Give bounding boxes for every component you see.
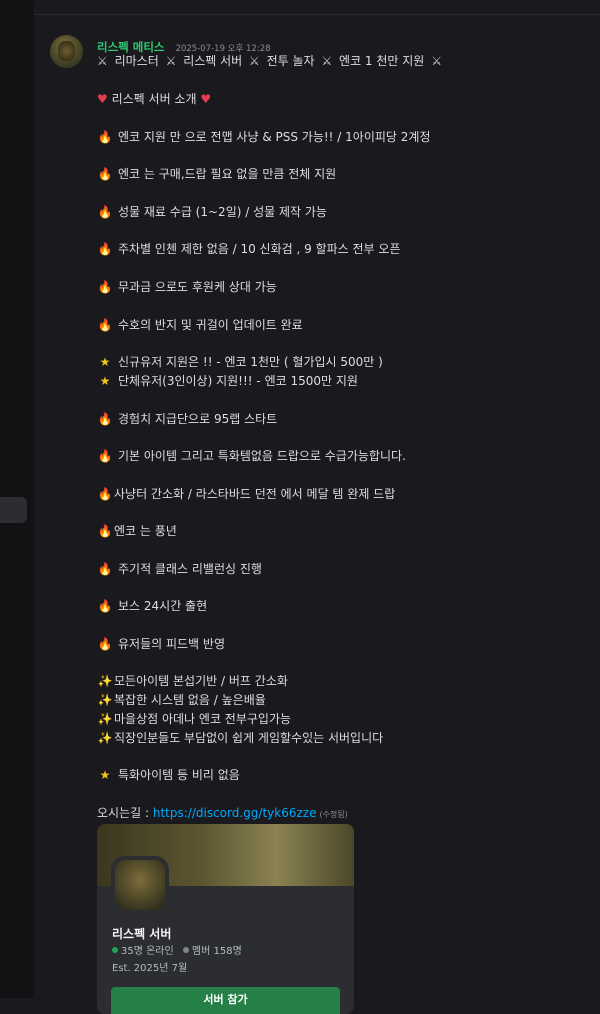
intro-line: ♥ 리스펙 서버 소개 ♥ bbox=[97, 91, 211, 107]
title-part: 전투 놀자 bbox=[266, 54, 315, 68]
list-item-text: 유저들의 피드백 반영 bbox=[118, 637, 225, 651]
list-item: ★ 신규유저 지원은 !! - 엔코 1천만 ( 혈가입시 500만 ) bbox=[97, 354, 383, 370]
server-invite-card: 리스펙 서버 35명 온라인 멤버 158명 Est. 2025년 7월 서버 … bbox=[97, 824, 354, 1014]
red-heart-icon: ♥ bbox=[200, 92, 212, 106]
list-item: 🔥 수호의 반지 및 귀걸이 업데이트 완료 bbox=[97, 317, 303, 333]
crossed-swords-icon: ⚔ bbox=[97, 54, 108, 68]
star-icon: ★ bbox=[99, 768, 111, 782]
fire-icon: 🔥 bbox=[97, 242, 113, 256]
star-icon: ★ bbox=[99, 374, 111, 388]
fire-icon: 🔥 bbox=[97, 599, 113, 613]
list-item: ✨ 복잡한 시스템 없음 / 높은배율 bbox=[97, 692, 266, 708]
list-item-text: 보스 24시간 출현 bbox=[118, 599, 208, 613]
sparkles-icon: ✨ bbox=[97, 674, 113, 688]
fire-icon: 🔥 bbox=[97, 412, 113, 426]
list-item: ✨ 모든아이템 본섭기반 / 버프 간소화 bbox=[97, 673, 288, 689]
list-item-text: 주차별 인첸 제한 없음 / 10 신화검 , 9 할파스 전부 오픈 bbox=[118, 242, 401, 256]
list-item: 🔥 무과금 으로도 후원케 상대 가능 bbox=[97, 279, 277, 295]
list-item: 🔥 기본 아이템 그리고 특화템없음 드랍으로 수급가능합니다. bbox=[97, 448, 406, 464]
crossed-swords-icon: ⚔ bbox=[165, 54, 177, 68]
list-item: ✨ 직장인분들도 부담없이 쉽게 게임할수있는 서버입니다 bbox=[97, 730, 384, 746]
fire-icon: 🔥 bbox=[97, 205, 113, 219]
title-part: 리스펙 서버 bbox=[183, 54, 243, 68]
list-item-text: 직장인분들도 부담없이 쉽게 게임할수있는 서버입니다 bbox=[114, 731, 384, 745]
invite-link[interactable]: https://discord.gg/tyk66zze bbox=[153, 806, 317, 820]
list-item-text: 사냥터 간소화 / 라스타바드 던전 에서 메달 템 완제 드랍 bbox=[114, 487, 396, 501]
title-part: 엔코 1 천만 지원 bbox=[339, 54, 425, 68]
server-stats: 35명 온라인 멤버 158명 bbox=[112, 942, 242, 957]
edited-label: (수정됨) bbox=[319, 810, 348, 819]
online-dot-icon bbox=[112, 947, 118, 953]
fire-icon: 🔥 bbox=[97, 562, 113, 576]
fire-icon: 🔥 bbox=[97, 318, 113, 332]
previous-message-area bbox=[34, 0, 600, 15]
sparkles-icon: ✨ bbox=[97, 731, 113, 745]
user-avatar[interactable] bbox=[50, 35, 83, 68]
link-label: 오시는길 : bbox=[97, 806, 150, 820]
list-item-text: 경험치 지급단으로 95랩 스타트 bbox=[118, 412, 278, 426]
list-item: 🔥 사냥터 간소화 / 라스타바드 던전 에서 메달 템 완제 드랍 bbox=[97, 486, 396, 502]
list-item-text: 모든아이템 본섭기반 / 버프 간소화 bbox=[114, 674, 288, 688]
fire-icon: 🔥 bbox=[97, 487, 113, 501]
sparkles-icon: ✨ bbox=[97, 693, 113, 707]
list-item-text: 무과금 으로도 후원케 상대 가능 bbox=[118, 280, 277, 294]
list-item: 🔥 유저들의 피드백 반영 bbox=[97, 636, 225, 652]
list-item: 🔥 주기적 클래스 리밸런싱 진행 bbox=[97, 561, 262, 577]
list-item: 🔥 경험치 지급단으로 95랩 스타트 bbox=[97, 411, 278, 427]
list-item-text: 엔코 는 풍년 bbox=[114, 524, 177, 538]
list-item: ★ 특화아이템 등 비리 없음 bbox=[97, 767, 240, 783]
server-name: 리스펙 서버 bbox=[112, 927, 172, 941]
list-item: 🔥 성물 재료 수급 (1~2일) / 성물 제작 가능 bbox=[97, 204, 327, 220]
list-item: ✨ 마을상점 아데나 엔코 전부구입가능 bbox=[97, 711, 292, 727]
list-item: ★ 단체유저(3인이상) 지원!!! - 엔코 1500만 지원 bbox=[97, 373, 358, 389]
fire-icon: 🔥 bbox=[97, 167, 113, 181]
list-item: 🔥 엔코 는 구매,드랍 필요 없을 만큼 전체 지원 bbox=[97, 166, 337, 182]
list-item-text: 마을상점 아데나 엔코 전부구입가능 bbox=[114, 712, 292, 726]
message-title-line: ⚔ 리마스터 ⚔ 리스펙 서버 ⚔ 전투 놀자 ⚔ 엔코 1 천만 지원 ⚔ bbox=[97, 53, 445, 69]
join-server-button[interactable]: 서버 참가 bbox=[111, 987, 340, 1014]
list-item-text: 수호의 반지 및 귀걸이 업데이트 완료 bbox=[118, 318, 303, 332]
fire-icon: 🔥 bbox=[97, 449, 113, 463]
fire-icon: 🔥 bbox=[97, 130, 113, 144]
server-established: Est. 2025년 7월 bbox=[112, 963, 188, 974]
list-item-text: 복잡한 시스템 없음 / 높은배율 bbox=[114, 693, 266, 707]
fire-icon: 🔥 bbox=[97, 637, 113, 651]
list-item-text: 신규유저 지원은 !! - 엔코 1천만 ( 혈가입시 500만 ) bbox=[118, 355, 383, 369]
list-item-text: 기본 아이템 그리고 특화템없음 드랍으로 수급가능합니다. bbox=[118, 449, 406, 463]
server-icon bbox=[111, 856, 169, 914]
online-count: 35명 온라인 bbox=[121, 946, 174, 957]
list-item-text: 주기적 클래스 리밸런싱 진행 bbox=[118, 562, 262, 576]
crossed-swords-icon: ⚔ bbox=[431, 54, 442, 68]
title-part: 리마스터 bbox=[114, 54, 159, 68]
crossed-swords-icon: ⚔ bbox=[321, 54, 333, 68]
intro-text: 리스펙 서버 소개 bbox=[111, 92, 197, 106]
link-line: 오시는길 : https://discord.gg/tyk66zze (수정됨) bbox=[97, 805, 348, 823]
list-item-text: 엔코 지원 만 으로 전맵 사냥 & PSS 가능!! / 1아이피당 2계정 bbox=[118, 130, 431, 144]
fire-icon: 🔥 bbox=[97, 280, 113, 294]
star-icon: ★ bbox=[99, 355, 111, 369]
fire-icon: 🔥 bbox=[97, 524, 113, 538]
list-item-text: 엔코 는 구매,드랍 필요 없을 만큼 전체 지원 bbox=[118, 167, 337, 181]
list-item: 🔥 엔코 지원 만 으로 전맵 사냥 & PSS 가능!! / 1아이피당 2계정 bbox=[97, 129, 431, 145]
list-item: 🔥 엔코 는 풍년 bbox=[97, 523, 177, 539]
list-item: 🔥 보스 24시간 출현 bbox=[97, 598, 208, 614]
list-item-text: 성물 재료 수급 (1~2일) / 성물 제작 가능 bbox=[118, 205, 327, 219]
member-count: 멤버 158명 bbox=[191, 946, 242, 957]
selected-channel-indicator[interactable] bbox=[0, 497, 27, 523]
list-item: 🔥 주차별 인첸 제한 없음 / 10 신화검 , 9 할파스 전부 오픈 bbox=[97, 241, 401, 257]
sparkles-icon: ✨ bbox=[97, 712, 113, 726]
red-heart-icon: ♥ bbox=[97, 92, 108, 106]
username[interactable]: 리스펙 메티스 bbox=[97, 40, 164, 54]
list-item-text: 특화아이템 등 비리 없음 bbox=[118, 768, 240, 782]
crossed-swords-icon: ⚔ bbox=[249, 54, 260, 68]
list-item-text: 단체유저(3인이상) 지원!!! - 엔코 1500만 지원 bbox=[118, 374, 358, 388]
members-dot-icon bbox=[182, 947, 189, 953]
